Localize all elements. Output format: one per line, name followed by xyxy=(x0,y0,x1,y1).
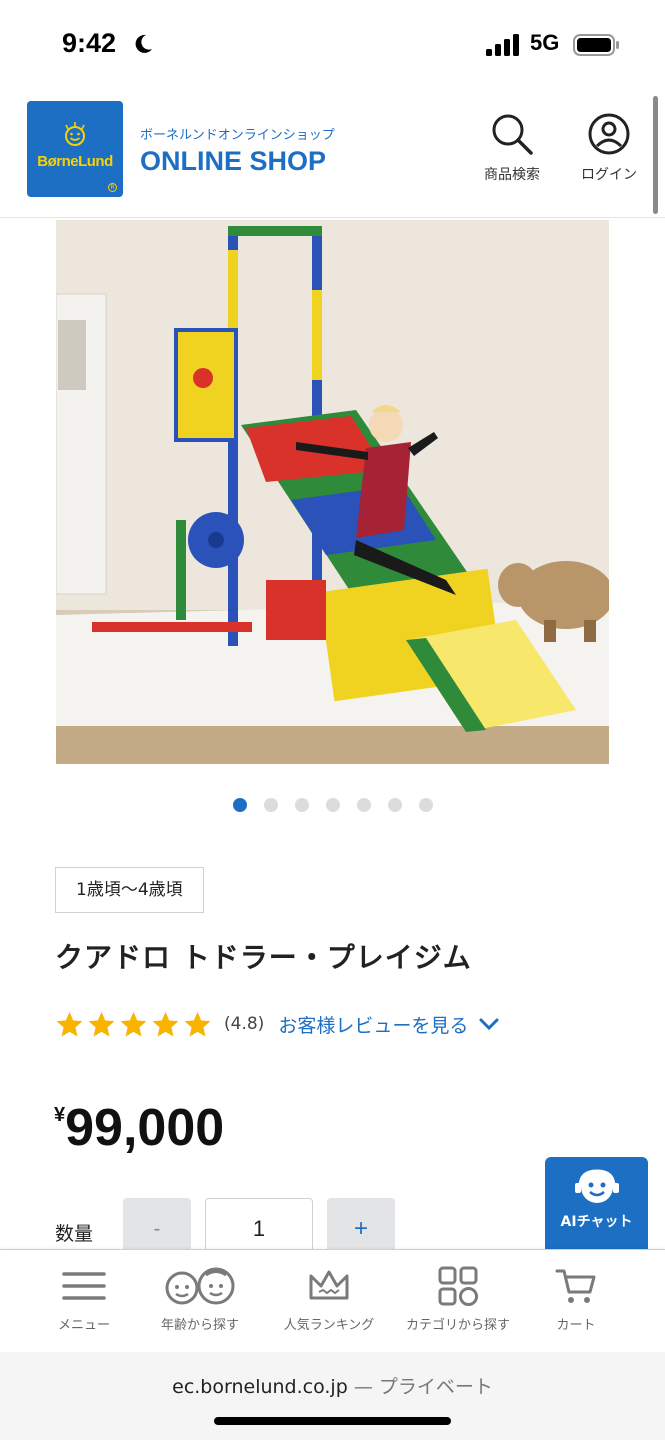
price-amount: 99,000 xyxy=(65,1099,225,1157)
rating-value: (4.8) xyxy=(224,1014,265,1034)
carousel-dot-6[interactable] xyxy=(388,798,402,812)
search-icon xyxy=(492,114,533,155)
quantity-label: 数量 xyxy=(55,1223,94,1245)
nav-menu[interactable]: メニュー xyxy=(44,1266,124,1333)
search-button[interactable]: 商品検索 xyxy=(472,112,552,184)
site-header: BørneLund R ボーネルンドオンラインショップ ONLINE SHOP … xyxy=(0,90,665,218)
nav-cart[interactable]: カート xyxy=(536,1266,616,1333)
product-photo-illustration xyxy=(56,220,609,764)
product-price: ¥99,000 xyxy=(54,1098,224,1158)
cart-icon xyxy=(555,1269,596,1303)
bottom-nav: メニュー 年齢から探す 人気ランキング カテゴリから探す カート xyxy=(0,1249,665,1352)
login-label: ログイン xyxy=(581,167,637,183)
signal-icon xyxy=(486,34,519,56)
ai-chat-button[interactable]: AIチャット xyxy=(545,1157,648,1249)
rating-stars xyxy=(55,1010,212,1039)
star-icon xyxy=(152,1011,179,1037)
carousel-dots xyxy=(233,798,433,812)
sun-face-icon xyxy=(65,122,85,146)
hamburger-menu-icon xyxy=(62,1272,106,1300)
rating-row: (4.8) お客様レビューを見る xyxy=(55,1008,500,1040)
ai-chat-label: AIチャット xyxy=(560,1214,633,1230)
nav-category[interactable]: カテゴリから探す xyxy=(396,1266,520,1333)
star-icon xyxy=(88,1011,115,1037)
price-currency: ¥ xyxy=(54,1104,66,1126)
age-badge[interactable]: 1歳頃〜4歳頃 xyxy=(55,867,204,913)
status-time: 9:42 xyxy=(62,28,117,58)
grid-icon xyxy=(438,1266,478,1306)
nav-label-ranking: 人気ランキング xyxy=(283,1318,375,1333)
brand-subtitle: ボーネルンドオンラインショップ xyxy=(140,128,335,143)
product-title: クアドロ トドラー・プレイジム xyxy=(55,941,472,974)
carousel-dot-3[interactable] xyxy=(295,798,309,812)
user-icon xyxy=(588,113,630,155)
chevron-down-icon[interactable] xyxy=(478,1017,500,1031)
nav-age[interactable]: 年齢から探す xyxy=(150,1266,250,1333)
product-image[interactable] xyxy=(56,220,609,764)
chat-bot-face-icon xyxy=(574,1169,619,1203)
carousel-dot-7[interactable] xyxy=(419,798,433,812)
moon-icon xyxy=(135,34,152,53)
private-browsing-label: — プライベート xyxy=(353,1376,493,1398)
star-icon xyxy=(56,1011,83,1037)
carousel-dot-1[interactable] xyxy=(233,798,247,812)
url-text[interactable]: ec.bornelund.co.jp — プライベート xyxy=(0,1372,665,1399)
network-label: 5G xyxy=(530,30,560,55)
carousel-dot-4[interactable] xyxy=(326,798,340,812)
star-icon xyxy=(120,1011,147,1037)
brand-title[interactable]: ONLINE SHOP xyxy=(140,146,326,177)
battery-icon xyxy=(573,34,619,56)
browser-address-bar[interactable]: ec.bornelund.co.jp — プライベート xyxy=(0,1352,665,1440)
nav-label-cart: カート xyxy=(556,1318,596,1333)
carousel-dot-2[interactable] xyxy=(264,798,278,812)
nav-ranking[interactable]: 人気ランキング xyxy=(268,1266,390,1333)
url-domain: ec.bornelund.co.jp xyxy=(172,1376,348,1398)
registered-mark-icon: R xyxy=(108,183,117,192)
search-label: 商品検索 xyxy=(484,167,540,183)
carousel-dot-5[interactable] xyxy=(357,798,371,812)
bornelund-logo[interactable]: BørneLund R xyxy=(27,101,123,197)
crown-icon xyxy=(309,1270,349,1300)
nav-label-category: カテゴリから探す xyxy=(405,1318,510,1333)
nav-label-menu: メニュー xyxy=(57,1318,110,1333)
review-link[interactable]: お客様レビューを見る xyxy=(278,1011,468,1038)
kids-faces-icon xyxy=(165,1267,235,1305)
login-button[interactable]: ログイン xyxy=(569,112,649,184)
scrollbar[interactable] xyxy=(653,96,658,214)
status-bar: 9:42 5G xyxy=(0,0,665,90)
home-indicator[interactable] xyxy=(214,1417,451,1425)
logo-text: BørneLund xyxy=(37,153,113,170)
star-icon xyxy=(184,1011,211,1037)
nav-label-age: 年齢から探す xyxy=(160,1318,239,1333)
